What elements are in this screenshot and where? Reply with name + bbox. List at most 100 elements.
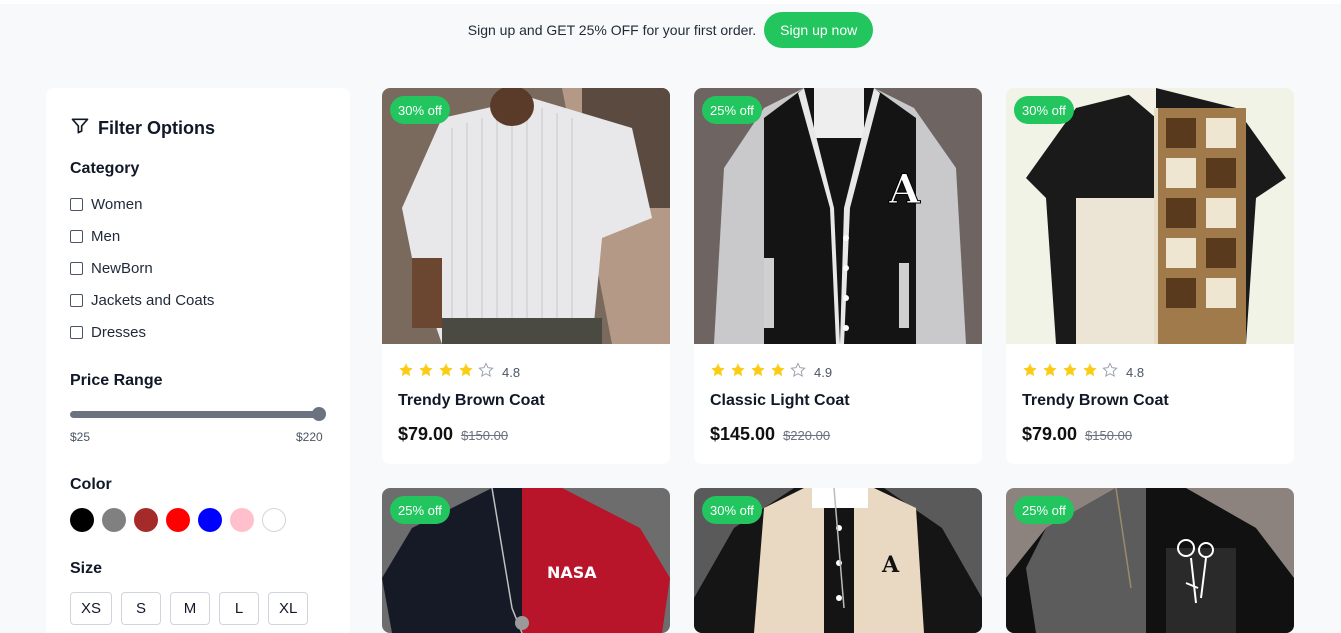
- star-filled-icon: [438, 362, 454, 383]
- price-row: $79.00 $150.00: [398, 424, 508, 445]
- product-title[interactable]: Classic Light Coat: [710, 392, 850, 410]
- size-button-xs[interactable]: XS: [70, 592, 113, 625]
- checkbox[interactable]: [70, 294, 83, 307]
- star-empty-icon: [1102, 362, 1118, 383]
- star-filled-icon: [1082, 362, 1098, 383]
- color-swatch-blue[interactable]: [198, 508, 222, 532]
- discount-badge: 30% off: [702, 496, 762, 524]
- size-button-s[interactable]: S: [121, 592, 162, 625]
- product-card[interactable]: 30% off 4.8 Trendy Brown Coat $79.00 $15…: [1006, 88, 1294, 464]
- color-swatch-white[interactable]: [262, 508, 286, 532]
- price-row: $145.00 $220.00: [710, 424, 830, 445]
- star-filled-icon: [418, 362, 434, 383]
- price-range-slider[interactable]: [70, 407, 326, 421]
- color-swatch-brown[interactable]: [134, 508, 158, 532]
- product-image[interactable]: A 30% off: [694, 488, 982, 633]
- jacket-print: A: [881, 552, 900, 578]
- product-image[interactable]: 30% off: [382, 88, 670, 344]
- category-option-label: Women: [91, 196, 143, 213]
- category-option-label: NewBorn: [91, 260, 153, 277]
- size-button-l[interactable]: L: [219, 592, 260, 625]
- product-card[interactable]: 30% off 4.8 Trendy Brown Coat $79.00 $15…: [382, 88, 670, 464]
- color-swatches: [70, 508, 286, 532]
- checkbox[interactable]: [70, 262, 83, 275]
- category-option-women[interactable]: Women: [70, 196, 142, 213]
- product-old-price: $150.00: [461, 428, 509, 443]
- price-row: $79.00 $150.00: [1022, 424, 1132, 445]
- rating-value: 4.8: [502, 365, 521, 380]
- size-label: Size: [70, 560, 103, 577]
- checkbox[interactable]: [70, 326, 83, 339]
- product-title[interactable]: Trendy Brown Coat: [1022, 392, 1169, 410]
- product-price: $79.00: [398, 424, 454, 444]
- top-strip: [0, 0, 1341, 4]
- filter-title: Filter Options: [98, 118, 215, 138]
- star-empty-icon: [478, 362, 494, 383]
- star-filled-icon: [750, 362, 766, 383]
- star-filled-icon: [1042, 362, 1058, 383]
- discount-badge: 25% off: [702, 96, 762, 124]
- star-filled-icon: [770, 362, 786, 383]
- color-swatch-pink[interactable]: [230, 508, 254, 532]
- promo-text: Sign up and GET 25% OFF for your first o…: [467, 22, 757, 38]
- product-image[interactable]: A 25% off: [694, 88, 982, 344]
- star-filled-icon: [710, 362, 726, 383]
- checkbox[interactable]: [70, 198, 83, 211]
- size-button-xl[interactable]: XL: [268, 592, 309, 625]
- category-option-label: Dresses: [91, 324, 147, 341]
- star-filled-icon: [1022, 362, 1038, 383]
- discount-badge: 30% off: [1014, 96, 1074, 124]
- price-min: $25: [70, 430, 91, 444]
- product-title[interactable]: Trendy Brown Coat: [398, 392, 545, 410]
- product-card[interactable]: NASA 25% off: [382, 488, 670, 633]
- color-swatch-black[interactable]: [70, 508, 94, 532]
- shirt-print: NASA: [547, 563, 597, 582]
- discount-badge: 25% off: [1014, 496, 1074, 524]
- product-old-price: $220.00: [783, 428, 831, 443]
- category-option-newborn[interactable]: NewBorn: [70, 260, 153, 277]
- star-filled-icon: [458, 362, 474, 383]
- star-filled-icon: [730, 362, 746, 383]
- product-rating: 4.8: [1022, 362, 1144, 383]
- category-option-jackets[interactable]: Jackets and Coats: [70, 292, 214, 309]
- rating-value: 4.9: [814, 365, 833, 380]
- category-label: Category: [70, 160, 140, 177]
- color-swatch-red[interactable]: [166, 508, 190, 532]
- price-max: $220: [296, 430, 323, 444]
- color-swatch-gray[interactable]: [102, 508, 126, 532]
- svg-text:A: A: [888, 166, 921, 213]
- star-filled-icon: [1062, 362, 1078, 383]
- product-price: $145.00: [710, 424, 776, 444]
- product-price: $79.00: [1022, 424, 1078, 444]
- sign-up-button[interactable]: Sign up now: [764, 12, 874, 48]
- size-button-m[interactable]: M: [170, 592, 211, 625]
- filter-sidebar: Filter Options Category Women Men NewBor…: [46, 88, 350, 633]
- category-option-label: Men: [91, 228, 121, 245]
- checkbox[interactable]: [70, 230, 83, 243]
- category-option-men[interactable]: Men: [70, 228, 120, 245]
- color-label: Color: [70, 476, 112, 493]
- slider-track[interactable]: [70, 411, 318, 418]
- price-range-label: Price Range: [70, 372, 163, 389]
- category-option-dresses[interactable]: Dresses: [70, 324, 146, 341]
- filter-heading: Filter Options: [70, 116, 215, 141]
- product-old-price: $150.00: [1085, 428, 1133, 443]
- product-image[interactable]: 25% off: [1006, 488, 1294, 633]
- slider-thumb[interactable]: [312, 407, 326, 421]
- size-options: XS S M L XL: [70, 592, 309, 625]
- filter-icon: [70, 116, 90, 141]
- product-card[interactable]: 25% off: [1006, 488, 1294, 633]
- product-image[interactable]: NASA 25% off: [382, 488, 670, 633]
- discount-badge: 30% off: [390, 96, 450, 124]
- category-option-label: Jackets and Coats: [91, 292, 215, 309]
- product-card[interactable]: A 25% off 4.9 Classic Light Coat $145.00…: [694, 88, 982, 464]
- star-empty-icon: [790, 362, 806, 383]
- product-rating: 4.8: [398, 362, 520, 383]
- product-image[interactable]: 30% off: [1006, 88, 1294, 344]
- promo-banner: Sign up and GET 25% OFF for your first o…: [0, 12, 1341, 48]
- product-card[interactable]: A 30% off: [694, 488, 982, 633]
- rating-value: 4.8: [1126, 365, 1145, 380]
- discount-badge: 25% off: [390, 496, 450, 524]
- product-rating: 4.9: [710, 362, 832, 383]
- star-filled-icon: [398, 362, 414, 383]
